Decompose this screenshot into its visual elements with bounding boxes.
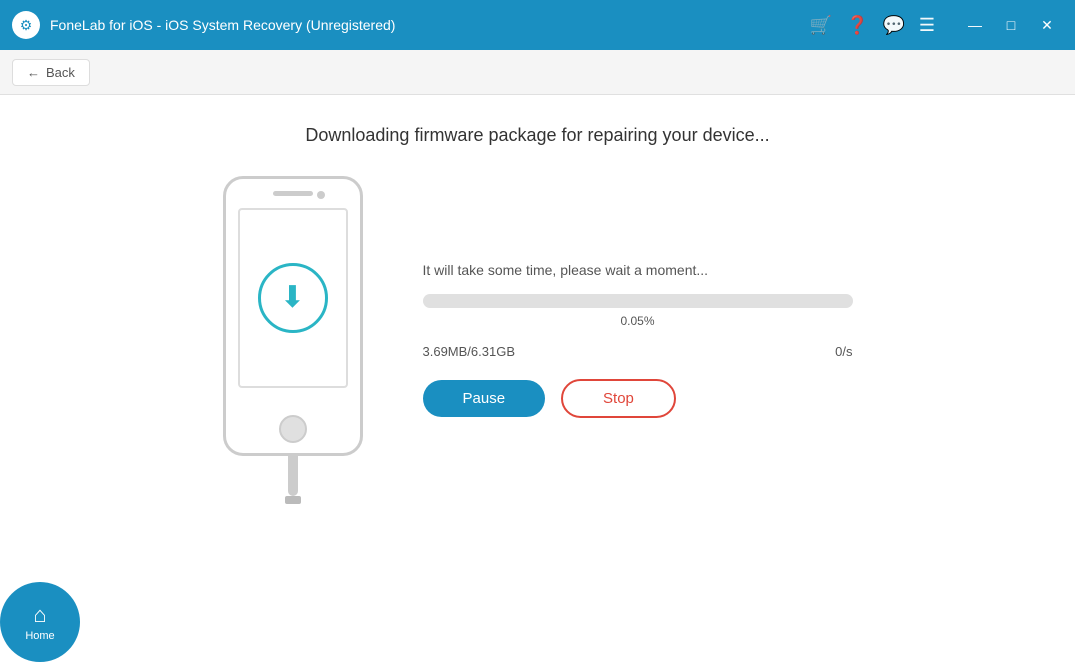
main-content: Downloading firmware package for repairi… [0, 95, 1075, 662]
titlebar-title: FoneLab for iOS - iOS System Recovery (U… [50, 17, 395, 33]
back-button[interactable]: ← Back [12, 59, 90, 86]
titlebar-left: ⚙ FoneLab for iOS - iOS System Recovery … [12, 11, 395, 39]
close-button[interactable]: ✕ [1031, 11, 1063, 39]
cart-icon[interactable]: 🛒 [810, 15, 832, 36]
size-info: 3.69MB/6.31GB [423, 344, 516, 359]
maximize-button[interactable]: □ [995, 11, 1027, 39]
question-icon[interactable]: ❓ [846, 15, 868, 36]
phone-body: ⬇ [223, 176, 363, 456]
window-controls: — □ ✕ [959, 11, 1063, 39]
home-label: Home [25, 630, 54, 642]
phone-screen: ⬇ [238, 208, 348, 388]
titlebar-actions: 🛒 ❓ 💬 ☰ — □ ✕ [810, 11, 1063, 39]
back-label: Back [46, 65, 75, 80]
home-nav-button[interactable]: ⌂ Home [0, 582, 80, 662]
wait-text: It will take some time, please wait a mo… [423, 262, 853, 278]
phone-cable [288, 456, 298, 496]
back-arrow-icon: ← [27, 65, 40, 80]
right-panel: It will take some time, please wait a mo… [423, 262, 853, 418]
home-icon: ⌂ [33, 602, 46, 628]
nav-bar: ← Back [0, 50, 1075, 95]
app-icon: ⚙ [12, 11, 40, 39]
minimize-button[interactable]: — [959, 11, 991, 39]
phone-camera [317, 191, 325, 199]
download-icon: ⬇ [280, 283, 305, 313]
chat-icon[interactable]: 💬 [882, 15, 904, 36]
progress-bar-background [423, 294, 853, 308]
page-title: Downloading firmware package for repairi… [305, 125, 769, 146]
pause-button[interactable]: Pause [423, 380, 546, 417]
content-area: ⬇ It will take some time, please wait a … [223, 176, 853, 504]
download-info-row: 3.69MB/6.31GB 0/s [423, 344, 853, 359]
gear-icon: ⚙ [20, 17, 33, 34]
titlebar: ⚙ FoneLab for iOS - iOS System Recovery … [0, 0, 1075, 50]
speed-info: 0/s [835, 344, 852, 359]
menu-icon[interactable]: ☰ [919, 15, 935, 36]
phone-home-button [279, 415, 307, 443]
download-circle: ⬇ [258, 263, 328, 333]
phone-illustration: ⬇ [223, 176, 363, 504]
phone-plug [285, 496, 301, 504]
progress-section: 0.05% [423, 294, 853, 328]
stop-button[interactable]: Stop [561, 379, 676, 418]
progress-label: 0.05% [423, 314, 853, 328]
action-buttons: Pause Stop [423, 379, 853, 418]
phone-speaker [273, 191, 313, 196]
